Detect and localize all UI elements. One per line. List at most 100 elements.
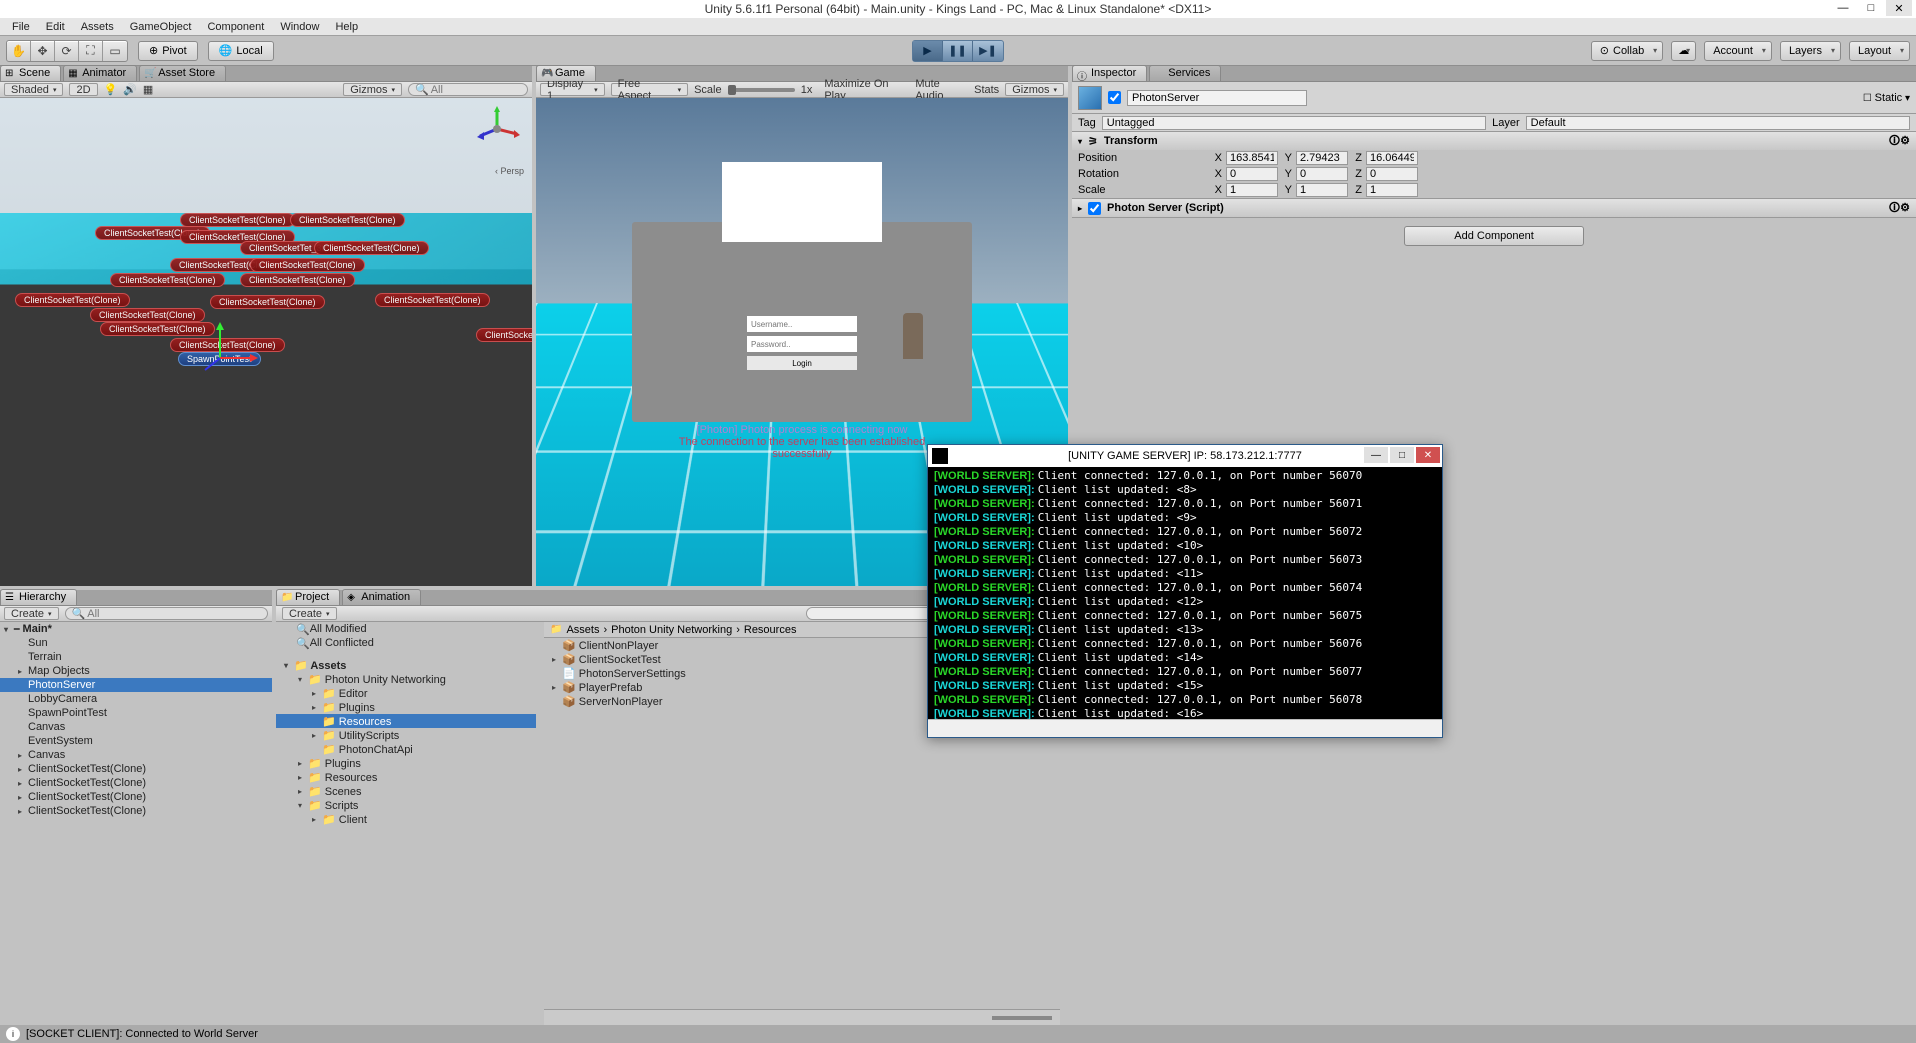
- filter-all-modified[interactable]: 🔍 All Modified: [276, 622, 536, 636]
- login-button[interactable]: Login: [747, 356, 857, 370]
- tab-services[interactable]: Services: [1149, 65, 1221, 81]
- password-field[interactable]: [747, 336, 857, 352]
- scale-z-field[interactable]: [1366, 183, 1418, 197]
- rotation-z-field[interactable]: [1366, 167, 1418, 181]
- scene-object-label[interactable]: ClientSocketTest(Clone): [90, 308, 205, 322]
- tab-project[interactable]: 📁Project: [276, 589, 340, 605]
- scene-object-label[interactable]: ClientSocketTest(Clone): [240, 273, 355, 287]
- tab-inspector[interactable]: ⓘInspector: [1072, 65, 1147, 81]
- project-folder[interactable]: ▸📁 UtilityScripts: [276, 728, 536, 742]
- tab-asset-store[interactable]: 🛒Asset Store: [139, 65, 226, 81]
- project-folder[interactable]: ▸📁 Scenes: [276, 784, 536, 798]
- scale-tool-button[interactable]: ⛶: [79, 41, 103, 61]
- hierarchy-item[interactable]: PhotonServer: [0, 678, 272, 692]
- project-create-dropdown[interactable]: Create: [282, 607, 337, 620]
- project-folder[interactable]: ▾📁 Photon Unity Networking: [276, 672, 536, 686]
- stats-toggle[interactable]: Stats: [974, 84, 999, 96]
- project-folder[interactable]: ▸📁 Resources: [276, 770, 536, 784]
- hierarchy-item[interactable]: Sun: [0, 636, 272, 650]
- game-gizmos-dropdown[interactable]: Gizmos: [1005, 83, 1064, 96]
- hierarchy-item[interactable]: ▸Canvas: [0, 748, 272, 762]
- local-toggle[interactable]: 🌐 Local: [208, 41, 274, 61]
- layers-dropdown[interactable]: Layers: [1780, 41, 1841, 61]
- window-maximize-button[interactable]: □: [1858, 0, 1884, 16]
- console-close-button[interactable]: ✕: [1416, 447, 1440, 463]
- hierarchy-item[interactable]: Canvas: [0, 720, 272, 734]
- console-maximize-button[interactable]: □: [1390, 447, 1414, 463]
- hierarchy-item[interactable]: ▸ClientSocketTest(Clone): [0, 790, 272, 804]
- tab-animation[interactable]: ◈Animation: [342, 589, 421, 605]
- menu-window[interactable]: Window: [272, 19, 327, 35]
- light-icon[interactable]: 💡: [104, 83, 118, 96]
- hierarchy-item[interactable]: LobbyCamera: [0, 692, 272, 706]
- tab-animator[interactable]: ▦Animator: [63, 65, 137, 81]
- project-folder[interactable]: 📁 Resources: [276, 714, 536, 728]
- hand-tool-button[interactable]: ✋: [7, 41, 31, 61]
- project-folder[interactable]: ▸📁 Plugins: [276, 756, 536, 770]
- step-button[interactable]: ▶❚: [973, 41, 1003, 61]
- menu-file[interactable]: File: [4, 19, 38, 35]
- breadcrumb-segment[interactable]: Resources: [744, 624, 797, 636]
- component-menu-icon[interactable]: 🛈⚙: [1889, 199, 1910, 218]
- project-folder[interactable]: ▸📁 Editor: [276, 686, 536, 700]
- account-dropdown[interactable]: Account: [1704, 41, 1772, 61]
- scene-object-label[interactable]: ClientSocketTest(Clone): [314, 241, 429, 255]
- project-zoom-slider[interactable]: [992, 1016, 1052, 1020]
- menu-assets[interactable]: Assets: [73, 19, 122, 35]
- hierarchy-item[interactable]: ▸Map Objects: [0, 664, 272, 678]
- window-minimize-button[interactable]: —: [1830, 0, 1856, 16]
- console-output[interactable]: [WORLD SERVER]: Client connected: 127.0.…: [928, 467, 1442, 719]
- tab-game[interactable]: 🎮Game: [536, 65, 596, 81]
- scene-viewport[interactable]: ClientSocketTest(Clone)ClientSocketTest(…: [0, 98, 532, 586]
- menu-gameobject[interactable]: GameObject: [122, 19, 200, 35]
- transform-gizmo[interactable]: [200, 318, 260, 378]
- scale-slider[interactable]: [728, 88, 795, 92]
- rotation-x-field[interactable]: [1226, 167, 1278, 181]
- tab-scene[interactable]: ⊞Scene: [0, 65, 61, 81]
- hierarchy-item[interactable]: Terrain: [0, 650, 272, 664]
- scene-object-label[interactable]: ClientSocketTest(Clone): [210, 295, 325, 309]
- breadcrumb-segment[interactable]: Photon Unity Networking: [611, 624, 732, 636]
- rotation-y-field[interactable]: [1296, 167, 1348, 181]
- project-folder[interactable]: ▸📁 Client: [276, 812, 536, 826]
- hierarchy-create-dropdown[interactable]: Create: [4, 607, 59, 620]
- project-folder[interactable]: ▾📁 Scripts: [276, 798, 536, 812]
- display-dropdown[interactable]: Display 1: [540, 83, 605, 96]
- project-folder[interactable]: ▸📁 Plugins: [276, 700, 536, 714]
- hierarchy-item[interactable]: EventSystem: [0, 734, 272, 748]
- orientation-gizmo[interactable]: [472, 104, 522, 154]
- scene-object-label[interactable]: ClientSocketT: [476, 328, 532, 342]
- hierarchy-search[interactable]: 🔍All: [65, 607, 268, 620]
- tab-hierarchy[interactable]: ☰Hierarchy: [0, 589, 77, 605]
- hierarchy-tree[interactable]: ▾⎯ Main*SunTerrain▸Map ObjectsPhotonServ…: [0, 622, 272, 1025]
- console-titlebar[interactable]: [UNITY GAME SERVER] IP: 58.173.212.1:777…: [928, 445, 1442, 467]
- scene-object-label[interactable]: ClientSocketTest(Clone): [250, 258, 365, 272]
- hierarchy-item[interactable]: ▸ClientSocketTest(Clone): [0, 776, 272, 790]
- scene-object-label[interactable]: ClientSocketTest(Clone): [100, 322, 215, 336]
- console-scrollbar[interactable]: [928, 719, 1442, 737]
- component-menu-icon[interactable]: 🛈⚙: [1889, 132, 1910, 151]
- scale-y-field[interactable]: [1296, 183, 1348, 197]
- hierarchy-item[interactable]: ▸ClientSocketTest(Clone): [0, 804, 272, 818]
- menu-help[interactable]: Help: [327, 19, 366, 35]
- position-z-field[interactable]: [1366, 151, 1418, 165]
- project-folder[interactable]: ▾📁 Assets: [276, 658, 536, 672]
- script-enabled-checkbox[interactable]: [1088, 202, 1101, 215]
- menu-component[interactable]: Component: [199, 19, 272, 35]
- gameobject-active-checkbox[interactable]: [1108, 91, 1121, 104]
- hierarchy-item[interactable]: ▾⎯ Main*: [0, 622, 272, 636]
- menu-edit[interactable]: Edit: [38, 19, 73, 35]
- project-folder[interactable]: 📁 PhotonChatApi: [276, 742, 536, 756]
- console-window[interactable]: [UNITY GAME SERVER] IP: 58.173.212.1:777…: [927, 444, 1443, 738]
- pause-button[interactable]: ❚❚: [943, 41, 973, 61]
- scene-object-label[interactable]: ClientSocketTest(Clone): [375, 293, 490, 307]
- rect-tool-button[interactable]: ▭: [103, 41, 127, 61]
- hierarchy-item[interactable]: SpawnPointTest: [0, 706, 272, 720]
- gizmos-dropdown[interactable]: Gizmos: [343, 83, 402, 96]
- scene-object-label[interactable]: ClientSocketTest(Clone): [110, 273, 225, 287]
- layout-dropdown[interactable]: Layout: [1849, 41, 1910, 61]
- project-folder-tree[interactable]: 🔍 All Modified 🔍 All Conflicted ▾📁 Asset…: [276, 622, 536, 1025]
- pivot-toggle[interactable]: ⊕ Pivot: [138, 41, 198, 61]
- mode-2d-toggle[interactable]: 2D: [69, 83, 97, 96]
- gameobject-name-field[interactable]: [1127, 90, 1307, 106]
